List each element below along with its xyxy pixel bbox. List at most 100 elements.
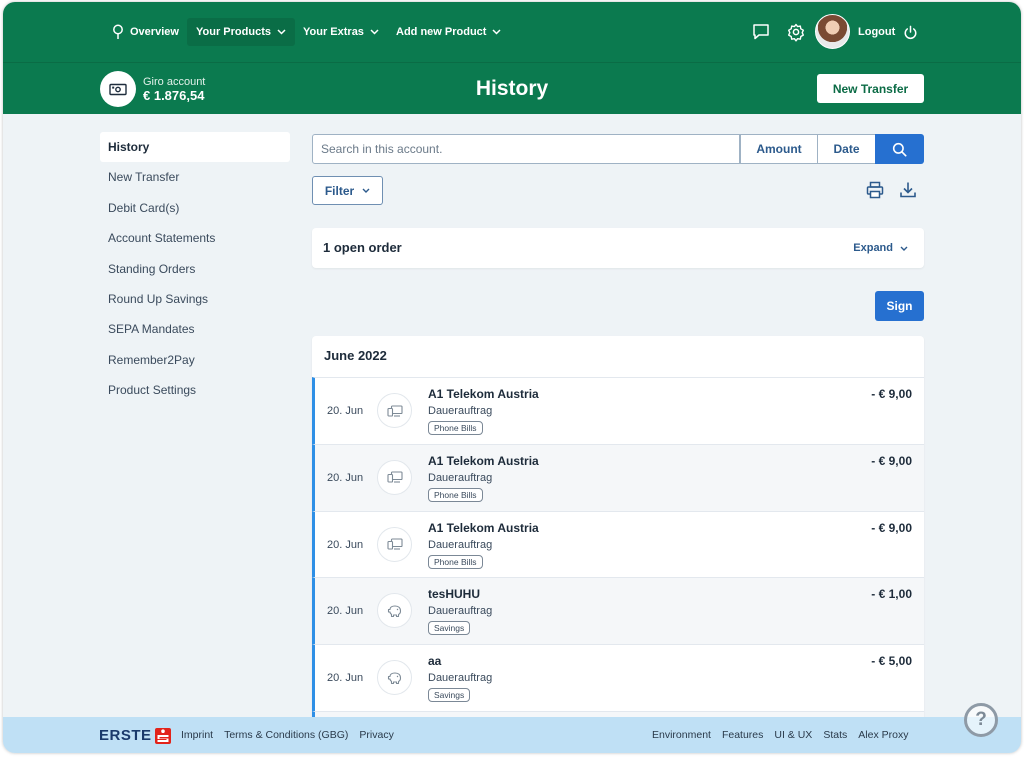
footer: ERSTE Imprint Terms & Conditions (GBG) P… xyxy=(3,717,1021,753)
new-transfer-button[interactable]: New Transfer xyxy=(817,74,924,103)
transaction-amount: - € 9,00 xyxy=(871,520,912,535)
phone-bill-icon xyxy=(386,404,403,417)
phone-bill-icon xyxy=(386,538,403,550)
category-tag: Savings xyxy=(428,688,471,703)
transaction-icon-wrap xyxy=(377,593,412,629)
footer-link-ui-ux[interactable]: UI & UX xyxy=(774,729,812,741)
transaction-type: Dauerauftrag xyxy=(428,405,493,417)
category-tag: Phone Bills xyxy=(428,421,483,435)
transaction-amount: - € 5,00 xyxy=(871,654,912,669)
chat-icon[interactable] xyxy=(751,22,771,42)
transaction-type: Dauerauftrag xyxy=(428,672,493,685)
logout-button[interactable]: Logout xyxy=(858,18,918,46)
expand-button[interactable]: Expand xyxy=(853,242,908,254)
search-input[interactable]: Search in this account. xyxy=(312,134,740,164)
expand-label: Expand xyxy=(853,242,893,254)
help-button[interactable]: ? xyxy=(964,703,998,737)
sidebar-item-standing-orders[interactable]: Standing Orders xyxy=(100,254,290,284)
open-order-panel: 1 open order Expand xyxy=(312,228,924,268)
chevron-down-icon xyxy=(362,188,370,193)
nav-add-product[interactable]: Add new Product xyxy=(387,18,510,46)
avatar[interactable] xyxy=(815,14,850,49)
sidebar-item-remember2pay[interactable]: Remember2Pay xyxy=(100,345,290,375)
transaction-name: aa xyxy=(428,654,442,669)
transaction-type: Dauerauftrag xyxy=(428,538,493,551)
nav-your-products[interactable]: Your Products xyxy=(187,18,295,46)
logo-text: ERSTE xyxy=(99,727,152,744)
logout-label: Logout xyxy=(858,26,896,38)
nav-your-products-label: Your Products xyxy=(196,26,271,38)
chevron-down-icon xyxy=(277,29,286,35)
footer-links-right: Environment Features UI & UX Stats Alex … xyxy=(652,729,908,741)
sparkasse-s-icon xyxy=(154,727,171,744)
transaction-type: Dauerauftrag xyxy=(428,605,493,618)
amount-button[interactable]: Amount xyxy=(740,134,818,164)
transaction-date: 20. Jun xyxy=(327,605,364,618)
footer-link-privacy[interactable]: Privacy xyxy=(359,729,393,741)
nav-your-extras-label: Your Extras xyxy=(303,26,364,38)
sidebar-item-debit-cards[interactable]: Debit Card(s) xyxy=(100,193,290,223)
search-button[interactable] xyxy=(875,134,924,164)
sidebar-item-history[interactable]: History xyxy=(100,132,290,163)
sidebar-item-round-up-savings[interactable]: Round Up Savings xyxy=(100,284,290,314)
transaction-date: 20. Jun xyxy=(327,672,364,685)
sidebar-item-sepa-mandates[interactable]: SEPA Mandates xyxy=(100,314,290,344)
transaction-amount: - € 9,00 xyxy=(871,453,912,468)
month-heading: June 2022 xyxy=(324,348,387,363)
erste-logo: ERSTE xyxy=(99,727,171,744)
search-icon xyxy=(892,142,907,157)
footer-link-imprint[interactable]: Imprint xyxy=(181,729,213,741)
footer-link-alex-proxy[interactable]: Alex Proxy xyxy=(858,729,908,741)
transactions-panel: June 2022 20. Jun A1 Telekom Austria Dau… xyxy=(312,336,924,736)
filter-label: Filter xyxy=(324,183,355,198)
nav-your-extras[interactable]: Your Extras xyxy=(294,18,388,46)
sidebar-item-product-settings[interactable]: Product Settings xyxy=(100,375,290,405)
nav-overview[interactable]: Overview xyxy=(103,18,188,46)
transaction-icon-wrap xyxy=(377,459,412,495)
nav-add-product-label: Add new Product xyxy=(396,26,487,38)
filter-button[interactable]: Filter xyxy=(312,176,383,205)
gear-icon[interactable] xyxy=(786,22,806,42)
transaction-amount: - € 9,00 xyxy=(871,387,912,401)
footer-link-features[interactable]: Features xyxy=(722,729,763,741)
date-button[interactable]: Date xyxy=(817,134,876,164)
power-icon xyxy=(904,25,917,39)
transaction-amount: - € 1,00 xyxy=(871,587,912,602)
footer-link-environment[interactable]: Environment xyxy=(652,729,711,741)
category-tag: Phone Bills xyxy=(428,554,483,569)
sign-button[interactable]: Sign xyxy=(875,291,924,321)
transaction-name: A1 Telekom Austria xyxy=(428,520,539,535)
transaction-row[interactable]: 20. Jun A1 Telekom Austria Dauerauftrag … xyxy=(312,443,924,511)
transaction-type: Dauerauftrag xyxy=(428,471,493,484)
top-nav: Overview Your Products Your Extras Add n… xyxy=(3,2,1021,62)
chevron-down-icon xyxy=(492,29,501,35)
app-window: Overview Your Products Your Extras Add n… xyxy=(3,2,1021,753)
transaction-list: 20. Jun A1 Telekom Austria Dauerauftrag … xyxy=(312,377,924,736)
sidebar-item-account-statements[interactable]: Account Statements xyxy=(100,223,290,253)
transaction-name: tesHUHU xyxy=(428,587,481,602)
nav-overview-label: Overview xyxy=(130,26,179,38)
category-tag: Phone Bills xyxy=(428,487,483,502)
transaction-icon-wrap xyxy=(377,660,412,696)
sidebar-item-new-transfer[interactable]: New Transfer xyxy=(100,162,290,192)
transaction-icon-wrap xyxy=(377,393,412,428)
open-order-title: 1 open order xyxy=(323,240,402,255)
category-tag: Savings xyxy=(428,621,471,636)
transaction-row[interactable]: 20. Jun tesHUHU Dauerauftrag Savings - €… xyxy=(312,577,924,645)
chevron-down-icon xyxy=(900,246,908,251)
transaction-name: A1 Telekom Austria xyxy=(428,387,539,401)
chevron-down-icon xyxy=(370,29,379,35)
phone-bill-icon xyxy=(386,471,403,483)
transaction-row[interactable]: 20. Jun A1 Telekom Austria Dauerauftrag … xyxy=(312,377,924,444)
download-icon[interactable] xyxy=(898,180,918,200)
print-icon[interactable] xyxy=(865,180,885,200)
transaction-date: 20. Jun xyxy=(327,405,364,417)
footer-link-terms[interactable]: Terms & Conditions (GBG) xyxy=(224,729,348,741)
footer-link-stats[interactable]: Stats xyxy=(823,729,847,741)
transaction-row[interactable]: 20. Jun aa Dauerauftrag Savings - € 5,00 xyxy=(312,644,924,711)
piggy-bank-icon xyxy=(387,672,401,684)
transaction-name: A1 Telekom Austria xyxy=(428,453,539,468)
transaction-date: 20. Jun xyxy=(327,471,364,484)
transaction-row[interactable]: 20. Jun A1 Telekom Austria Dauerauftrag … xyxy=(312,510,924,578)
location-pin-icon xyxy=(113,24,123,39)
